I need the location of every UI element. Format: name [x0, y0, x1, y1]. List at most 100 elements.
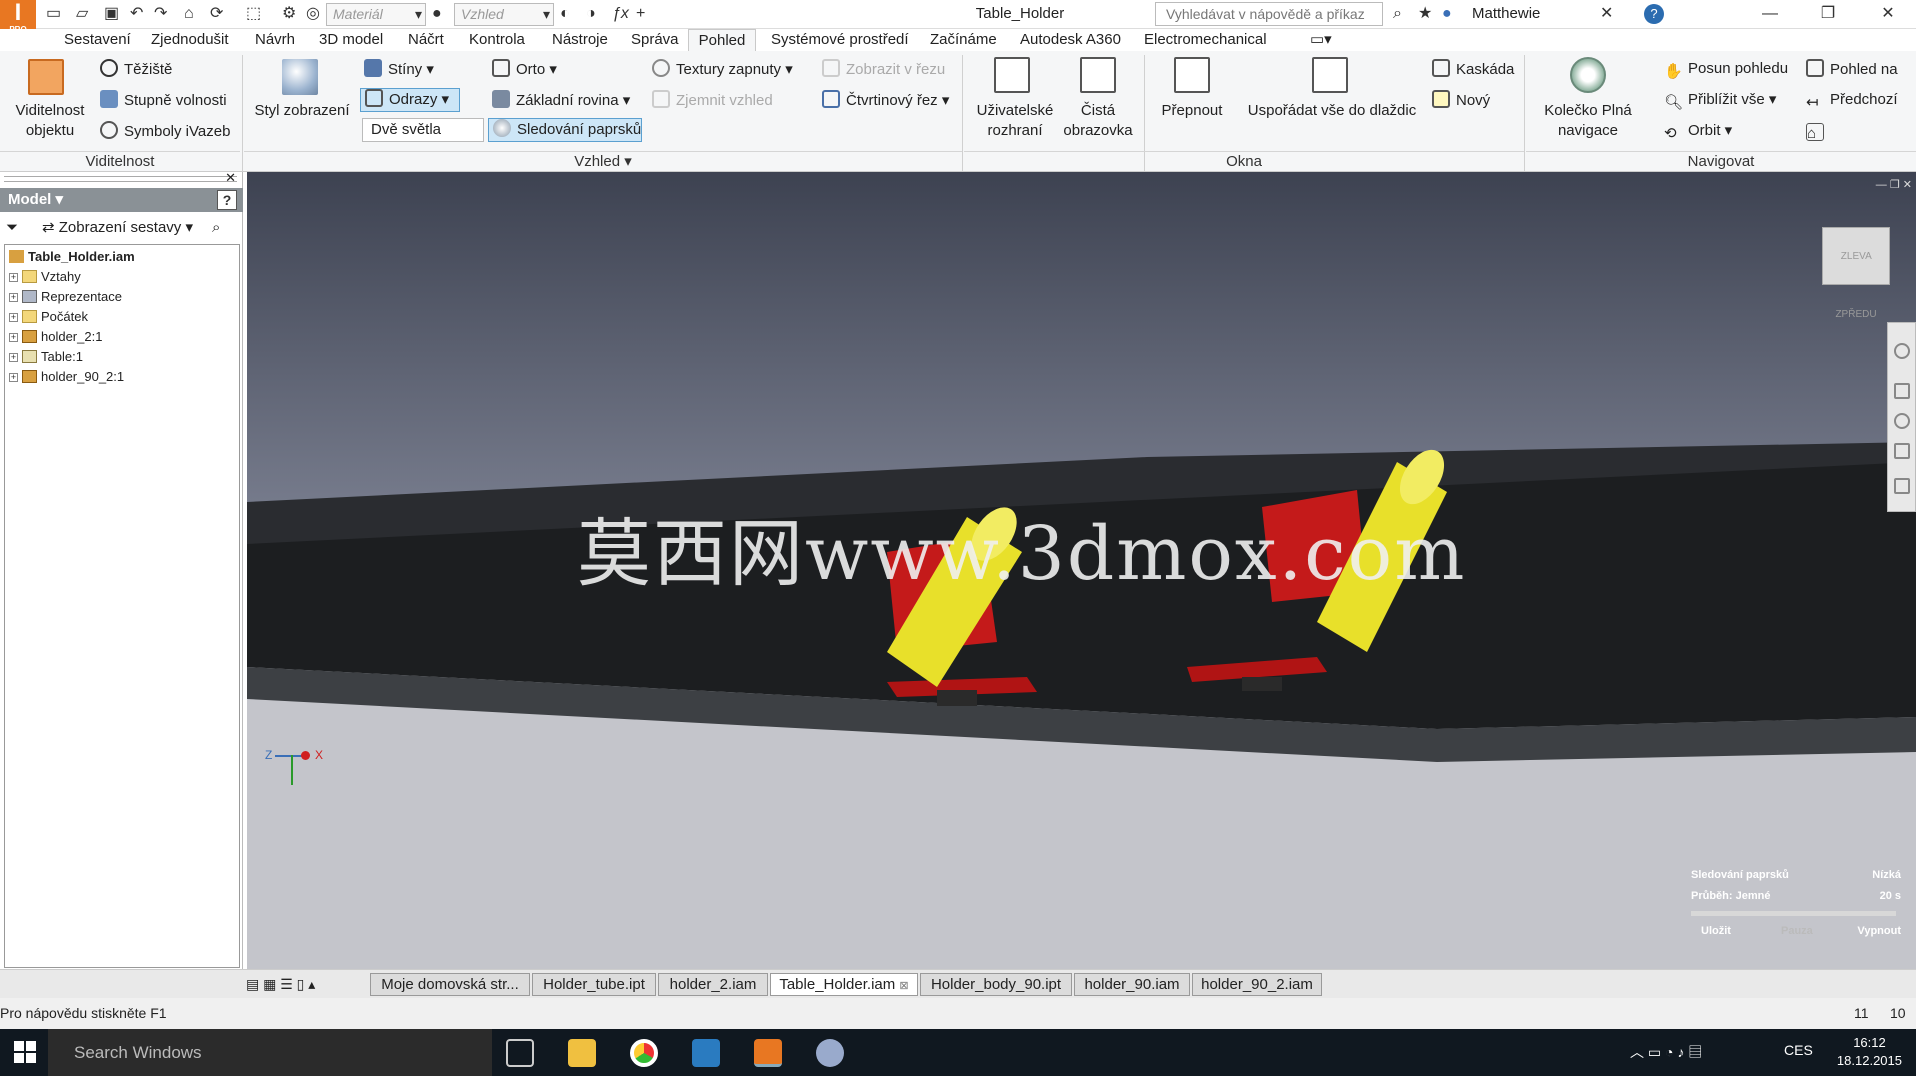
- close-button[interactable]: ✕: [1860, 0, 1916, 29]
- filter-icon[interactable]: ⏷: [6, 216, 18, 240]
- viewport-window-controls[interactable]: — ❐ ✕: [1876, 178, 1912, 191]
- section-view-button[interactable]: Zobrazit v řezu: [822, 59, 945, 80]
- tab-zjednodusit[interactable]: Zjednodušit: [147, 29, 233, 51]
- task-view-icon[interactable]: [506, 1039, 534, 1067]
- tab-autodesk-a360[interactable]: Autodesk A360: [1016, 29, 1125, 51]
- home-icon[interactable]: ⌂: [184, 3, 194, 25]
- tab-3d-model[interactable]: 3D model: [315, 29, 387, 51]
- tree-item[interactable]: + Table:1: [9, 347, 83, 367]
- select-icon[interactable]: ⬚: [246, 3, 261, 25]
- plus-icon[interactable]: +: [636, 3, 645, 25]
- binoculars-icon[interactable]: ⌕: [1393, 3, 1402, 25]
- minimize-button[interactable]: —: [1742, 0, 1798, 29]
- taskbar-search-input[interactable]: Search Windows: [48, 1029, 492, 1076]
- appearance-combo[interactable]: Vzhled: [454, 3, 554, 26]
- close-tab-icon[interactable]: ⊠: [899, 980, 908, 992]
- tab-pohled[interactable]: Pohled: [688, 29, 756, 51]
- user-interface-button[interactable]: Uživatelské rozhraní: [972, 101, 1058, 141]
- dof-button[interactable]: Stupně volnosti: [100, 90, 227, 111]
- orbit-nav-icon[interactable]: [1894, 443, 1910, 459]
- ortho-button[interactable]: Orto ▾: [492, 59, 557, 80]
- doc-tab[interactable]: Holder_body_90.ipt: [920, 973, 1072, 996]
- doc-tab[interactable]: holder_90.iam: [1074, 973, 1190, 996]
- panel-toggle-icon[interactable]: ▭▾: [1306, 29, 1336, 51]
- file-explorer-icon[interactable]: [568, 1039, 596, 1067]
- new-icon[interactable]: ▭: [46, 3, 61, 25]
- tab-systemove-prostredi[interactable]: Systémové prostředí: [767, 29, 913, 51]
- fx-icon[interactable]: ƒx: [612, 3, 629, 25]
- orbit-button[interactable]: ⟲ Orbit ▾: [1664, 121, 1732, 142]
- center-of-gravity-button[interactable]: Těžiště: [100, 59, 172, 80]
- quarter-section-button[interactable]: Čtvrtinový řez ▾: [822, 90, 949, 111]
- clean-screen-button[interactable]: Čistá obrazovka: [1060, 101, 1136, 141]
- ray-tracing-off-button[interactable]: Vypnout: [1857, 925, 1901, 937]
- measure-icon[interactable]: ⚙: [282, 3, 296, 25]
- ground-plane-button[interactable]: Základní rovina ▾: [492, 90, 630, 111]
- tab-navrh[interactable]: Návrh: [251, 29, 299, 51]
- zoom-all-button[interactable]: 🔍︎ Přiblížit vše ▾: [1664, 90, 1776, 111]
- lighting-dropdown[interactable]: Dvě světla: [362, 118, 484, 142]
- new-window-button[interactable]: Nový: [1432, 90, 1490, 111]
- navigation-bar[interactable]: [1887, 322, 1916, 512]
- previous-view-button[interactable]: ↤ Předchozí: [1806, 90, 1898, 111]
- ray-tracing-button[interactable]: Sledování paprsků: [488, 118, 642, 142]
- tree-item[interactable]: + Reprezentace: [9, 287, 122, 307]
- refine-appearance-button[interactable]: Zjemnit vzhled: [652, 90, 773, 111]
- ray-tracing-save-button[interactable]: Uložit: [1701, 925, 1731, 937]
- tab-nacrt[interactable]: Náčrt: [404, 29, 448, 51]
- shadows-button[interactable]: Stíny ▾: [364, 59, 434, 80]
- tree-item[interactable]: + Vztahy: [9, 267, 81, 287]
- wheel-nav-icon[interactable]: [1894, 343, 1910, 359]
- help-icon[interactable]: ?: [1644, 4, 1664, 24]
- undo-icon[interactable]: ↶: [130, 3, 143, 25]
- tree-item[interactable]: + Počátek: [9, 307, 88, 327]
- tab-layout-icons[interactable]: ▤ ▦ ☰ ▯ ▴: [246, 976, 315, 993]
- tile-all-button[interactable]: Uspořádat vše do dlaždic: [1244, 101, 1420, 121]
- object-visibility-button[interactable]: Viditelnost objektu: [8, 101, 92, 141]
- doc-tab[interactable]: holder_90_2.iam: [1192, 973, 1322, 996]
- tree-item[interactable]: + holder_2:1: [9, 327, 102, 347]
- paint-icon[interactable]: [816, 1039, 844, 1067]
- tree-root[interactable]: Table_Holder.iam: [9, 247, 135, 267]
- tree-item[interactable]: + holder_90_2:1: [9, 367, 124, 387]
- home-view-button[interactable]: ⌂: [1806, 121, 1830, 142]
- constraint-symbols-button[interactable]: Symboly iVazeb: [100, 121, 230, 142]
- language-indicator[interactable]: CES: [1784, 1042, 1813, 1058]
- doc-tab-active[interactable]: Table_Holder.iam ⊠: [770, 973, 918, 996]
- ray-tracing-pause-button[interactable]: Pauza: [1781, 925, 1813, 937]
- graphics-viewport[interactable]: 莫西网www.3dmox.com ZLEVA ZPŘEDU — ❐ ✕ Z X …: [247, 172, 1916, 969]
- tab-kontrola[interactable]: Kontrola: [465, 29, 529, 51]
- switch-window-button[interactable]: Přepnout: [1154, 101, 1230, 121]
- windows-start-icon[interactable]: [14, 1041, 36, 1063]
- pan-nav-icon[interactable]: [1894, 383, 1910, 399]
- open-icon[interactable]: ▱: [76, 3, 88, 25]
- favorites-star-icon[interactable]: ★: [1418, 3, 1432, 25]
- settings-icon[interactable]: ◎: [306, 3, 320, 25]
- textures-button[interactable]: Textury zapnuty ▾: [652, 59, 793, 80]
- steering-wheel-button[interactable]: Kolečko Plná navigace: [1536, 101, 1640, 141]
- save-icon[interactable]: ▣: [104, 3, 119, 25]
- tab-zaciname[interactable]: Začínáme: [926, 29, 1001, 51]
- look-at-button[interactable]: Pohled na: [1806, 59, 1898, 80]
- tray-icons[interactable]: ︿ ▭ ◔ ♪ ▤: [1630, 1042, 1702, 1062]
- user-name[interactable]: Matthewie: [1472, 3, 1540, 25]
- update-icon[interactable]: ⟳: [210, 3, 223, 25]
- viewcube[interactable]: ZLEVA ZPŘEDU: [1822, 227, 1890, 320]
- pan-button[interactable]: ✋ Posun pohledu: [1664, 59, 1788, 80]
- tab-sestaveni[interactable]: Sestavení: [60, 29, 135, 51]
- taskbar-clock[interactable]: 16:12 18.12.2015: [1837, 1034, 1902, 1070]
- help-search-input[interactable]: Vyhledávat v nápovědě a příkaz: [1155, 2, 1383, 26]
- assembly-view-dropdown[interactable]: ⇄ Zobrazení sestavy ▾: [42, 216, 193, 240]
- tab-nastroje[interactable]: Nástroje: [548, 29, 612, 51]
- doc-tab[interactable]: Moje domovská str...: [370, 973, 530, 996]
- visual-style-button[interactable]: Styl zobrazení: [254, 101, 350, 121]
- browser-header[interactable]: Model ▾?: [0, 188, 243, 212]
- tab-sprava[interactable]: Správa: [627, 29, 683, 51]
- tab-electromechanical[interactable]: Electromechanical: [1140, 29, 1271, 51]
- group-label-appearance[interactable]: Vzhled ▾: [244, 151, 962, 171]
- find-binoculars-icon[interactable]: ⌕: [212, 216, 220, 240]
- doc-tab[interactable]: holder_2.iam: [658, 973, 768, 996]
- browser-help-icon[interactable]: ?: [217, 190, 237, 210]
- restore-button[interactable]: ❐: [1800, 0, 1856, 29]
- chrome-icon[interactable]: [630, 1039, 658, 1067]
